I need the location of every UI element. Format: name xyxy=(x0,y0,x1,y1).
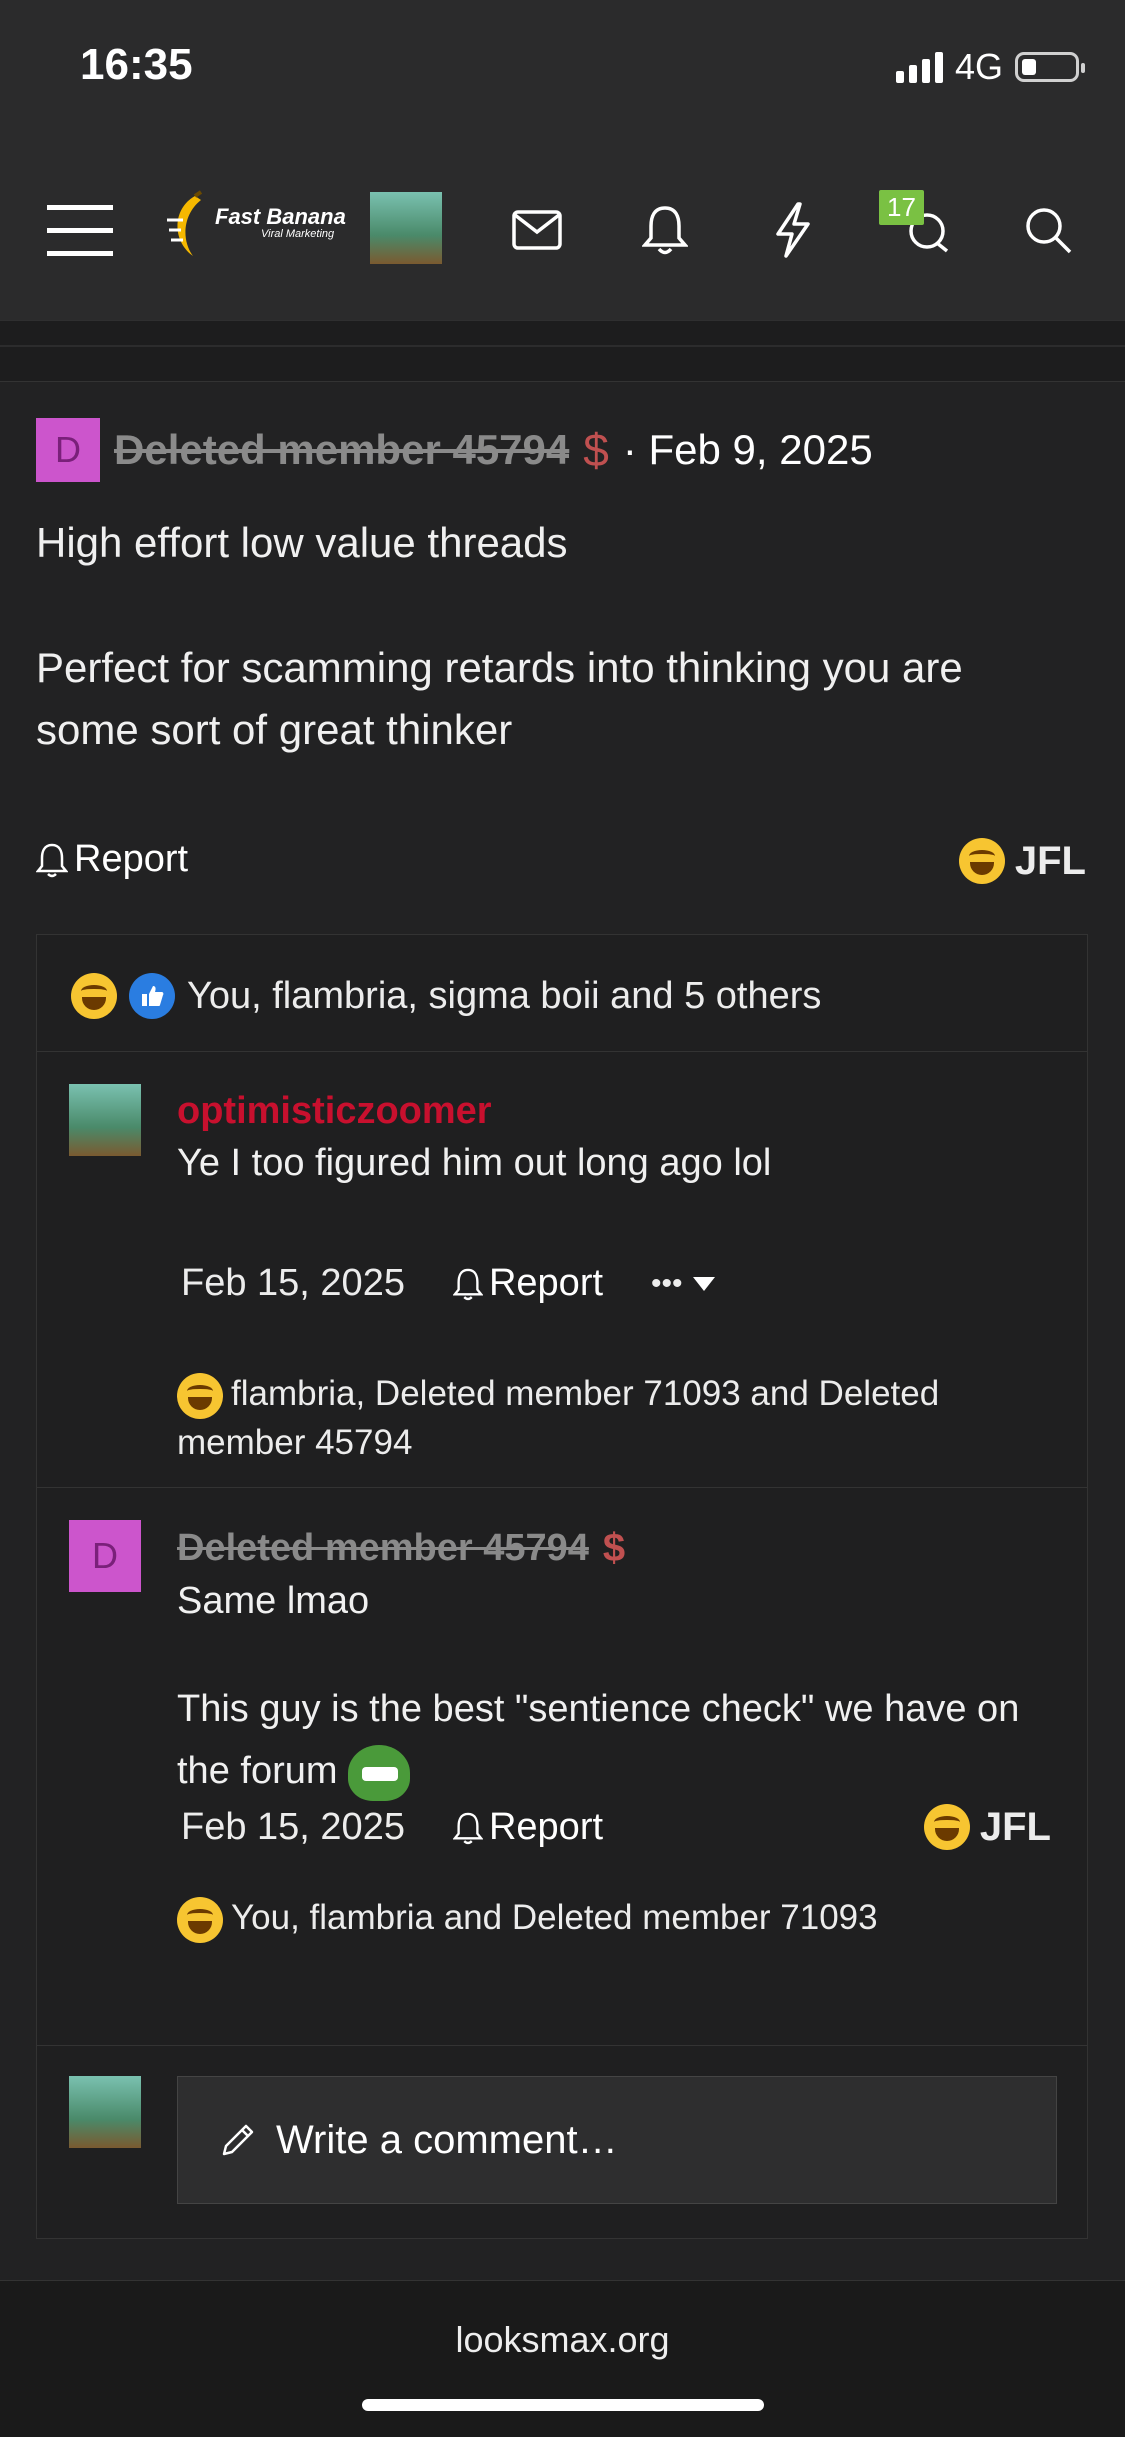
laughing-emoji-icon xyxy=(177,1896,223,1943)
comment-author[interactable]: Deleted member 45794 xyxy=(177,1527,589,1570)
comment-item: D Deleted member 45794 $ Same lmao This … xyxy=(37,1487,1087,1980)
section-divider xyxy=(0,320,1125,382)
write-comment-input[interactable]: Write a comment… xyxy=(177,2076,1057,2204)
bell-icon xyxy=(452,1268,483,1300)
report-button[interactable]: Report xyxy=(452,1806,604,1849)
post-author[interactable]: Deleted member 45794 xyxy=(114,426,569,474)
reaction-label: JFL xyxy=(979,1804,1051,1849)
browser-footer: looksmax.org xyxy=(0,2280,1125,2437)
post-date[interactable]: · Feb 9, 2025 xyxy=(623,426,873,474)
notification-badge: 17 xyxy=(879,190,924,225)
comment-author-row: Deleted member 45794 $ xyxy=(177,1526,625,1571)
user-avatar[interactable] xyxy=(370,192,442,264)
comment-reactions-text: flambria, Deleted member 71093 and Delet… xyxy=(177,1374,940,1462)
report-label: Report xyxy=(488,1806,604,1848)
home-indicator[interactable] xyxy=(362,2399,764,2411)
logo-text: Fast Banana xyxy=(215,204,346,229)
clock: 16:35 xyxy=(80,40,193,89)
post-text-line2: Perfect for scamming retards into thinki… xyxy=(36,644,963,753)
reactions-summary[interactable]: You, flambria, sigma boii and 5 others xyxy=(71,973,821,1019)
comment-reactions-text: You, flambria and Deleted member 71093 xyxy=(231,1898,878,1937)
comment-reactions[interactable]: You, flambria and Deleted member 71093 xyxy=(177,1894,1057,1943)
comment-item: optimisticzoomer Ye I too figured him ou… xyxy=(37,1051,1087,1488)
reaction-button[interactable]: JFL xyxy=(958,838,1086,884)
laughing-emoji-icon xyxy=(177,1372,223,1419)
comment-date[interactable]: Feb 15, 2025 xyxy=(181,1262,405,1305)
post-header: D Deleted member 45794 $ · Feb 9, 2025 xyxy=(36,418,873,482)
search-icon[interactable] xyxy=(1008,190,1088,270)
comment-text: This guy is the best "sentience check" w… xyxy=(177,1688,1020,1792)
write-comment-row: Write a comment… xyxy=(37,2045,1087,2206)
report-label: Report xyxy=(74,838,189,880)
post-text-line1: High effort low value threads xyxy=(36,519,568,566)
status-indicators: 4G xyxy=(895,46,1085,88)
comment-date[interactable]: Feb 15, 2025 xyxy=(181,1806,405,1849)
report-label: Report xyxy=(488,1262,604,1304)
logo-subtext: Viral Marketing xyxy=(261,228,335,240)
report-button[interactable]: Report xyxy=(452,1262,604,1305)
mail-icon[interactable] xyxy=(497,190,577,270)
site-logo[interactable]: Fast Banana Viral Marketing xyxy=(165,190,346,262)
write-comment-placeholder: Write a comment… xyxy=(276,2117,618,2162)
laughing-emoji-icon xyxy=(958,838,1005,884)
menu-icon[interactable] xyxy=(40,190,120,270)
reaction-button[interactable]: JFL xyxy=(923,1804,1051,1850)
network-type: 4G xyxy=(954,46,1003,87)
comment-text-line1: Same lmao xyxy=(177,1580,370,1622)
comment-meta: Feb 15, 2025 Report xyxy=(177,1806,603,1849)
laughing-emoji-icon xyxy=(71,973,117,1019)
comment-author[interactable]: optimisticzoomer xyxy=(177,1090,492,1133)
reaction-label: JFL xyxy=(1014,838,1086,883)
chevron-down-icon xyxy=(692,1276,715,1291)
avatar[interactable]: D xyxy=(69,1520,141,1592)
more-options-button[interactable]: ••• xyxy=(651,1267,715,1301)
bell-icon xyxy=(36,843,68,877)
comments-section: You, flambria, sigma boii and 5 others o… xyxy=(36,934,1088,2239)
pepe-emoji-icon xyxy=(348,1744,411,1801)
comment-reactions[interactable]: flambria, Deleted member 71093 and Delet… xyxy=(177,1370,1057,1467)
url-bar[interactable]: looksmax.org xyxy=(0,2319,1125,2361)
comment-text: Ye I too figured him out long ago lol xyxy=(177,1142,772,1184)
dollar-icon: $ xyxy=(602,1526,626,1570)
avatar[interactable] xyxy=(69,1084,141,1156)
avatar[interactable]: D xyxy=(36,418,100,482)
comment-text-line2: This guy is the best "sentience check" w… xyxy=(177,1678,1057,1802)
report-button[interactable]: Report xyxy=(36,838,1086,881)
more-icon: ••• xyxy=(651,1266,683,1300)
bell-icon[interactable] xyxy=(625,190,705,270)
pencil-icon xyxy=(222,2124,254,2156)
comment-meta: Feb 15, 2025 Report ••• xyxy=(177,1262,715,1305)
battery-icon xyxy=(1015,52,1085,82)
avatar[interactable] xyxy=(69,2076,141,2148)
thumbs-up-icon xyxy=(129,973,175,1019)
reactions-text: You, flambria, sigma boii and 5 others xyxy=(187,974,822,1017)
lightning-icon[interactable] xyxy=(753,190,833,270)
dollar-icon: $ xyxy=(583,424,609,476)
laughing-emoji-icon xyxy=(923,1804,970,1850)
bell-icon xyxy=(452,1812,483,1844)
post-actions: Report JFL xyxy=(36,838,1086,898)
status-bar: 16:35 4G xyxy=(0,0,1125,140)
signal-icon xyxy=(895,51,943,83)
